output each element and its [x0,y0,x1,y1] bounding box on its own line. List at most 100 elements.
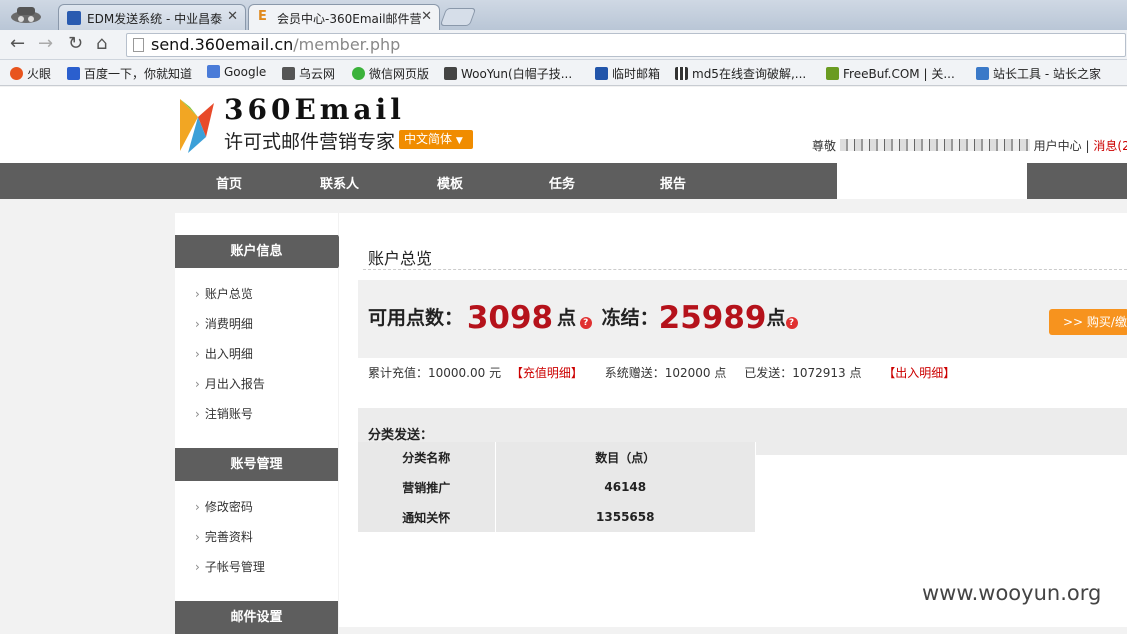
available-label: 可用点数： [368,307,464,329]
bookmark-icon [444,67,457,80]
paw-icon [67,67,80,80]
table-header: 分类名称 [358,442,496,472]
sidebar: 账户信息 账户总览 消费明细 出入明细 月出入报告 注销账号 账号管理 修改密码… [175,213,347,634]
grid-icon [675,67,688,80]
redacted-username [839,139,1030,151]
home-icon[interactable]: ⌂ [96,34,107,54]
sidebar-item-cancel-account[interactable]: 注销账号 [195,405,253,422]
tab-edm-title: EDM发送系统 - 中业昌泰 [87,12,223,26]
nav-templates[interactable]: 模板 [437,173,463,192]
brand-slogan: 许可式邮件营销专家 [224,131,396,153]
browser-toolbar: ← → ↻ ⌂ send.360email.cn/member.php [0,30,1127,60]
bookmark-freebuf[interactable]: FreeBuf.COM | 关... [826,65,955,82]
sent-total: 已发送：1072913 点 [744,366,862,380]
table-cell: 46148 [495,472,756,502]
category-table: 分类名称 数目（点） 营销推广 46148 通知关怀 1355658 [358,442,756,532]
greeting-label: 尊敬 [812,139,837,153]
table-row: 通知关怀 1355658 [358,502,756,532]
table-cell: 通知关怀 [358,502,496,532]
google-icon [207,65,220,78]
buy-button-label: >> 购买/缴费 [1063,315,1127,329]
frozen-label: 冻结： [601,307,659,329]
recharge-total: 累计充值：10000.00 元 [368,366,502,380]
nav-home[interactable]: 首页 [216,173,242,192]
bookmark-wooyun-net[interactable]: 乌云网 [282,65,335,82]
address-bar[interactable]: send.360email.cn/member.php [126,33,1126,57]
recharge-detail-link[interactable]: 【充值明细】 [511,366,583,380]
user-greeting: 尊敬 用户中心 | 消息(2 [812,137,1127,154]
logo[interactable] [176,97,216,153]
content-area: 账户信息 账户总览 消费明细 出入明细 月出入报告 注销账号 账号管理 修改密码… [0,199,1127,634]
table-cell: 1355658 [495,502,756,532]
caret-down-icon: ▼ [455,136,463,146]
category-title: 分类发送： [368,428,434,443]
sidebar-item-monthly-report[interactable]: 月出入报告 [195,375,265,392]
new-tab-button[interactable] [439,8,477,26]
site-header: 360Email 许可式邮件营销专家 中文简体 ▼ 尊敬 用户中心 | 消息(2 [0,87,1127,163]
help-icon[interactable]: ? [579,317,592,329]
bookmark-huoyan[interactable]: 火眼 [10,65,51,82]
forward-icon[interactable]: → [38,34,53,54]
io-detail-link[interactable]: 【出入明细】 [883,366,955,380]
messages-link[interactable]: 消息(2 [1093,139,1127,153]
brand-name: 360Email [224,93,405,126]
nav-reports[interactable]: 报告 [660,173,686,192]
bookmark-icon [10,67,23,80]
bookmark-chinaz[interactable]: 站长工具 - 站长之家 [976,65,1101,82]
email-favicon-icon: E [258,9,267,24]
bookmark-wooyun[interactable]: WooYun(白帽子技... [444,65,572,82]
bookmarks-bar: 火眼 百度一下，你就知道 Google 乌云网 微信网页版 WooYun(白帽子… [0,60,1127,86]
bookmark-google[interactable]: Google [207,65,266,79]
main-panel: 账户总览 可用点数： 3098 点 ? 冻结：25989点? >> 购买/缴费 … [339,213,1127,627]
web-page: 360Email 许可式邮件营销专家 中文简体 ▼ 尊敬 用户中心 | 消息(2… [0,87,1127,634]
wechat-icon [352,67,365,80]
buy-button[interactable]: >> 购买/缴费 [1049,309,1127,335]
bookmark-icon [595,67,608,80]
system-gift: 系统赠送：102000 点 [604,366,727,380]
user-center-link[interactable]: 用户中心 [1034,139,1082,153]
bookmark-baidu[interactable]: 百度一下，你就知道 [67,65,192,82]
butterfly-logo-icon [180,99,214,153]
sidebar-item-account-overview[interactable]: 账户总览 [195,285,253,302]
table-row: 营销推广 46148 [358,472,756,502]
sidebar-item-consumption[interactable]: 消费明细 [195,315,253,332]
account-stats: 累计充值：10000.00 元 【充值明细】 系统赠送：102000 点 已发送… [368,364,955,381]
language-label: 中文简体 [404,132,453,146]
url-host: send.360email.cn [151,35,294,54]
page-icon [133,38,144,52]
sidebar-header-account-mgmt[interactable]: 账号管理 [175,448,338,481]
watermark: www.wooyun.org [922,581,1102,605]
points-summary: 可用点数： 3098 点 ? 冻结：25989点? >> 购买/缴费 [358,280,1127,358]
reload-icon[interactable]: ↻ [68,34,83,54]
bookmark-icon [282,67,295,80]
sidebar-item-in-out[interactable]: 出入明细 [195,345,253,362]
table-header: 数目（点） [495,442,756,472]
back-icon[interactable]: ← [10,34,25,54]
tab-member-title: 会员中心-360Email邮件营 [277,12,422,26]
browser-menu-icon[interactable] [8,5,44,25]
sidebar-header-mail-settings[interactable]: 邮件设置 [175,601,338,634]
frozen-points: 25989 [658,300,767,336]
sidebar-item-profile[interactable]: 完善资料 [195,528,253,545]
sidebar-item-change-password[interactable]: 修改密码 [195,498,253,515]
bookmark-icon [976,67,989,80]
sidebar-item-sub-accounts[interactable]: 子帐号管理 [195,558,265,575]
nav-contacts[interactable]: 联系人 [320,173,359,192]
nav-tasks[interactable]: 任务 [549,173,575,192]
unit-label: 点 [556,307,576,329]
table-cell: 营销推广 [358,472,496,502]
unit-label: 点 [766,307,786,329]
bookmark-md5[interactable]: md5在线查询破解,... [675,65,806,82]
tab-member-center[interactable]: E 会员中心-360Email邮件营 ✕ [248,4,440,30]
bookmark-wechat[interactable]: 微信网页版 [352,65,429,82]
language-select[interactable]: 中文简体 ▼ [399,130,473,149]
main-nav: 首页 联系人 模板 任务 报告 [0,163,1127,213]
sidebar-header-account-info[interactable]: 账户信息 [175,235,338,268]
browser-tab-strip: EDM发送系统 - 中业昌泰 ✕ E 会员中心-360Email邮件营 ✕ [0,0,1127,30]
close-icon[interactable]: ✕ [227,9,238,24]
help-icon[interactable]: ? [785,317,798,329]
bookmark-temp-mail[interactable]: 临时邮箱 [595,65,660,82]
available-points: 3098 [466,300,554,336]
close-icon[interactable]: ✕ [421,9,432,24]
tab-edm[interactable]: EDM发送系统 - 中业昌泰 ✕ [58,4,246,30]
